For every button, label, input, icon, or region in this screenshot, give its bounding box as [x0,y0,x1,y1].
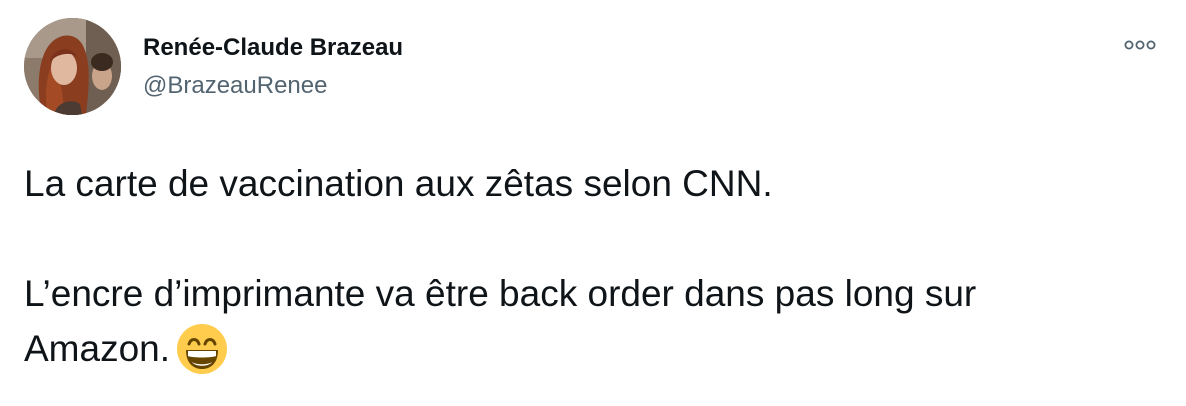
author-handle[interactable]: @BrazeauRenee [143,72,327,100]
tweet-text-span: L’encre d’imprimante va être back order … [24,273,977,314]
more-horizontal-icon [1124,40,1156,50]
tweet-text-span: Amazon. [24,328,171,369]
grinning-face-emoji-icon [176,323,228,375]
tweet-text-line: Amazon. [24,321,1164,376]
tweet-text-line: L’encre d’imprimante va être back order … [24,266,1164,321]
avatar[interactable] [24,18,121,115]
more-options-button[interactable] [1116,30,1164,60]
avatar-photo [24,18,121,115]
tweet-text-line: La carte de vaccination aux zêtas selon … [24,163,773,204]
tweet-card: Renée-Claude Brazeau @BrazeauRenee La ca… [0,0,1186,406]
author-display-name[interactable]: Renée-Claude Brazeau [143,34,403,62]
tweet-text: La carte de vaccination aux zêtas selon … [24,156,1164,376]
